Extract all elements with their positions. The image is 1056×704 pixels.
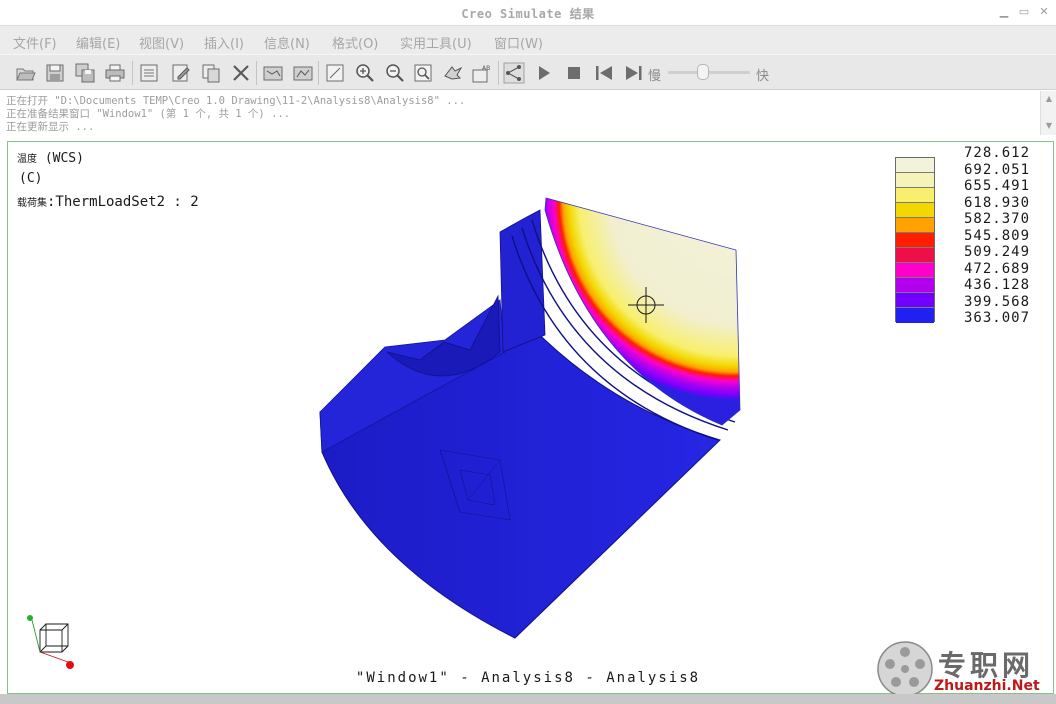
legend-value: 509.249 <box>964 244 1031 260</box>
legend-color-cell <box>896 263 934 278</box>
legend-value: 618.930 <box>964 194 1031 211</box>
legend-value: 472.689 <box>964 260 1031 277</box>
legend-color-cell <box>896 203 934 218</box>
legend-color-cell <box>896 293 934 308</box>
legend-value: 692.051 <box>964 161 1031 178</box>
model-fringe-plot[interactable] <box>0 0 1056 704</box>
legend-color-cell <box>896 233 934 248</box>
legend-color-cell <box>896 173 934 188</box>
model-slot <box>386 294 501 377</box>
orientation-triad-icon <box>31 619 69 663</box>
legend-color-cell <box>896 218 934 233</box>
legend-color-cell <box>896 248 934 263</box>
legend-value: 582.370 <box>964 211 1031 227</box>
legend-color-cell <box>896 158 934 173</box>
watermark-url: Zhuanzhi.Net <box>934 678 1040 694</box>
legend-color-cell <box>896 308 934 323</box>
legend-color-cell <box>896 188 934 203</box>
soccer-ball-logo-icon <box>877 641 933 697</box>
legend-value: 655.491 <box>964 178 1031 194</box>
legend-value: 399.568 <box>964 293 1031 310</box>
legend-colorbar <box>895 157 935 323</box>
legend-value: 436.128 <box>964 277 1031 293</box>
legend-color-cell <box>896 278 934 293</box>
legend-value: 728.612 <box>964 145 1031 161</box>
legend-value: 363.007 <box>964 310 1031 326</box>
taskbar-strip <box>0 694 1056 704</box>
legend-value: 545.809 <box>964 227 1031 244</box>
